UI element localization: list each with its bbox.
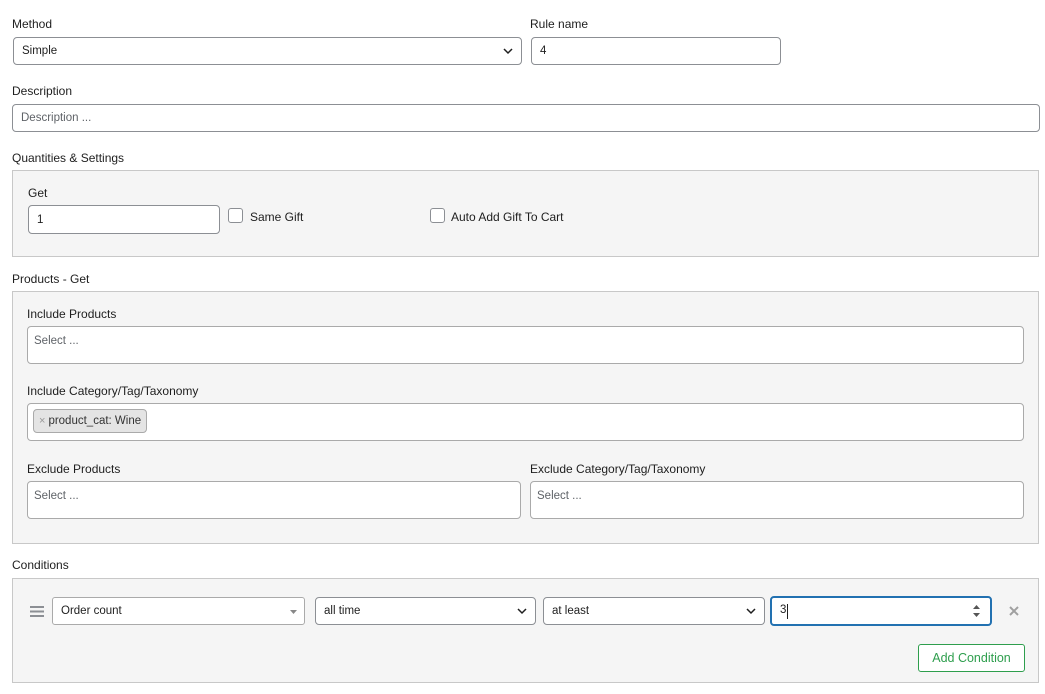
same-gift-checkbox[interactable] <box>228 208 243 223</box>
condition-type-select[interactable]: Order count <box>52 597 305 625</box>
condition-value-text: 3 <box>780 604 787 616</box>
caret-down-icon <box>290 610 297 614</box>
exclude-products-placeholder: Select ... <box>34 490 79 502</box>
include-category-tag[interactable]: × product_cat: Wine <box>33 409 148 433</box>
rule-name-input[interactable] <box>531 37 781 65</box>
exclude-category-label: Exclude Category/Tag/Taxonomy <box>530 462 706 476</box>
get-label: Get <box>28 186 48 200</box>
description-input[interactable] <box>12 104 1040 132</box>
same-gift-label: Same Gift <box>250 210 304 224</box>
condition-value-input[interactable]: 3 <box>770 596 992 626</box>
number-spinner-icon[interactable] <box>973 604 980 618</box>
include-category-label: Include Category/Tag/Taxonomy <box>27 384 199 398</box>
conditions-section-title: Conditions <box>12 558 69 572</box>
exclude-products-label: Exclude Products <box>27 462 121 476</box>
chevron-down-icon <box>517 608 527 615</box>
auto-add-gift-checkbox[interactable] <box>430 208 445 223</box>
condition-comparison-value: at least <box>552 605 590 617</box>
close-icon[interactable] <box>1009 606 1019 616</box>
exclude-category-select[interactable]: Select ... <box>530 481 1024 519</box>
chevron-down-icon <box>503 48 513 55</box>
tag-remove-icon[interactable]: × <box>39 415 45 427</box>
description-label: Description <box>12 84 73 98</box>
condition-type-value: Order count <box>61 605 122 617</box>
include-products-select[interactable]: Select ... <box>27 326 1024 364</box>
exclude-products-select[interactable]: Select ... <box>27 481 521 519</box>
chevron-down-icon <box>746 608 756 615</box>
rule-name-label: Rule name <box>530 17 589 31</box>
method-select[interactable]: Simple <box>13 37 522 65</box>
include-products-placeholder: Select ... <box>34 335 79 347</box>
get-quantity-input[interactable] <box>28 205 220 234</box>
auto-add-gift-label: Auto Add Gift To Cart <box>451 210 564 224</box>
products-get-section-title: Products - Get <box>12 272 90 286</box>
condition-period-select[interactable]: all time <box>315 597 536 625</box>
exclude-category-placeholder: Select ... <box>537 490 582 502</box>
products-get-panel: Include Products Select ... Include Cate… <box>12 291 1039 544</box>
method-value: Simple <box>22 45 58 57</box>
conditions-panel: Order count all time at least 3 Add Cond… <box>12 578 1039 683</box>
drag-handle-icon[interactable] <box>30 606 44 617</box>
condition-comparison-select[interactable]: at least <box>543 597 765 625</box>
quantities-panel: Get Same Gift Auto Add Gift To Cart <box>12 170 1039 257</box>
text-cursor <box>787 604 788 619</box>
method-label: Method <box>12 17 53 31</box>
include-products-label: Include Products <box>27 307 117 321</box>
quantities-section-title: Quantities & Settings <box>12 151 125 165</box>
include-category-tag-text: product_cat: Wine <box>48 415 142 427</box>
add-condition-button[interactable]: Add Condition <box>918 644 1025 672</box>
condition-period-value: all time <box>324 605 361 617</box>
include-category-select[interactable]: × product_cat: Wine <box>27 403 1024 441</box>
